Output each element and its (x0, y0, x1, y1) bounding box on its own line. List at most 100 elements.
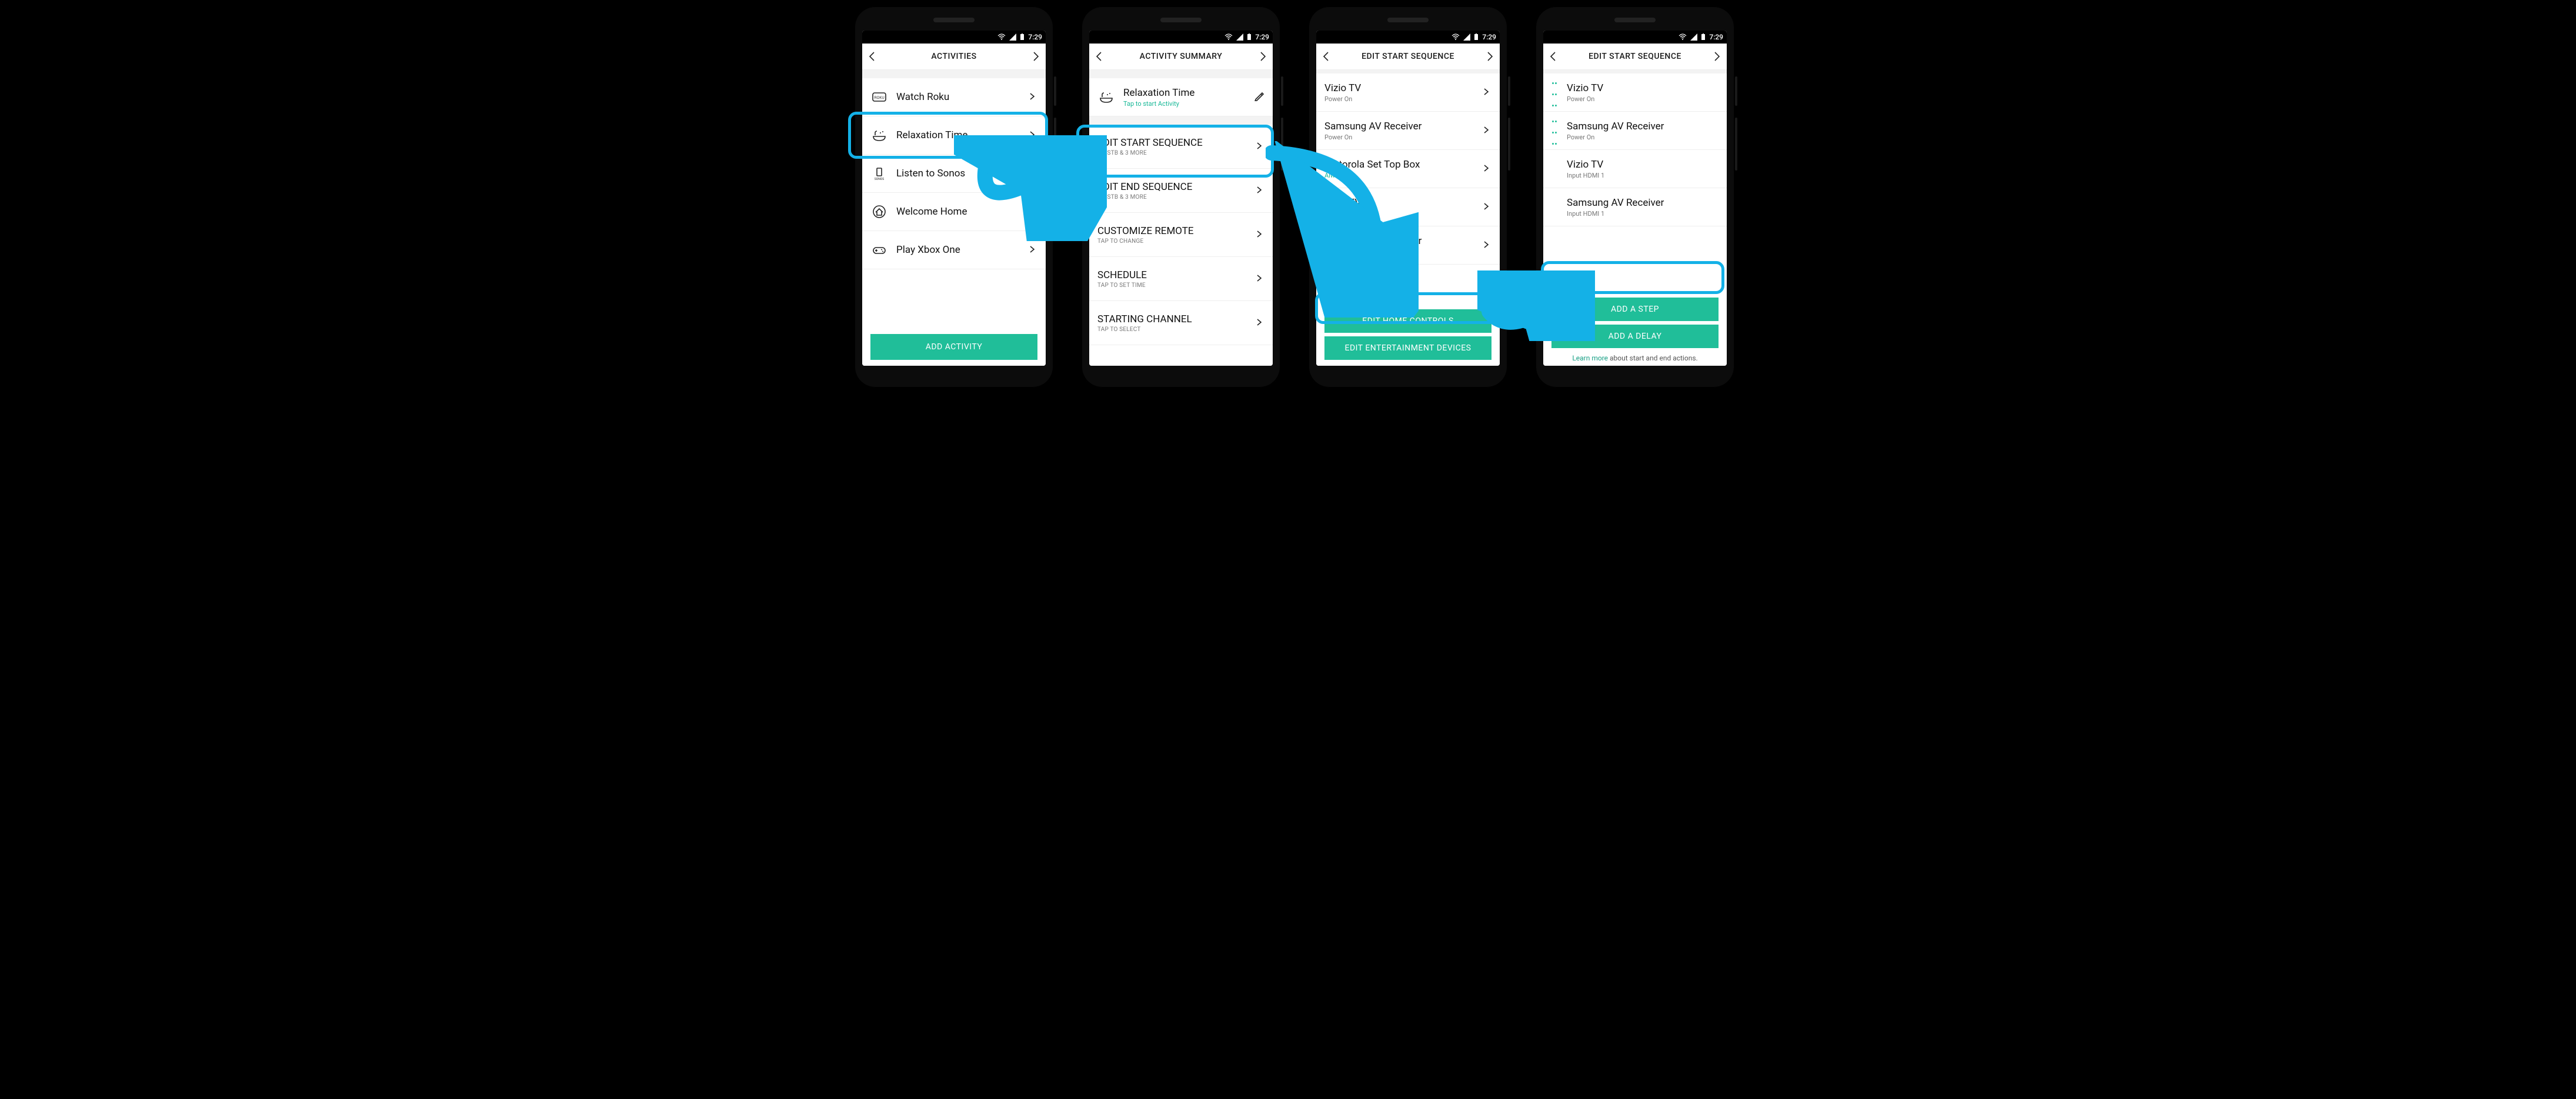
bath-icon (870, 126, 888, 144)
phone-speaker (1614, 18, 1656, 22)
forward-button[interactable] (1030, 51, 1041, 62)
activity-row-watch-roku[interactable]: ROKU Watch Roku (862, 78, 1046, 116)
chevron-right-icon (1255, 229, 1264, 240)
row-customize-remote[interactable]: CUSTOMIZE REMOTE TAP TO CHANGE (1089, 213, 1273, 257)
screen-title: EDIT START SEQUENCE (1332, 52, 1484, 61)
step-row[interactable]: Vizio TVPower On (1543, 74, 1727, 112)
row-sub: TAP TO SET TIME (1097, 282, 1255, 289)
roku-icon: ROKU (870, 88, 888, 106)
signal-icon (1009, 34, 1016, 41)
device-label: Vizio TV (1324, 82, 1482, 94)
phone-side-button (1508, 76, 1510, 106)
back-button[interactable] (1548, 51, 1559, 62)
drag-handle-icon[interactable] (1551, 76, 1560, 109)
add-step-button[interactable]: ADD A STEP (1551, 298, 1719, 321)
device-sub: HDMI 1 (1324, 210, 1482, 218)
status-time: 7:29 (1709, 33, 1723, 41)
activity-label: Play Xbox One (896, 244, 1028, 256)
device-label: Samsung AV Receiver (1324, 235, 1482, 247)
wifi-icon (1224, 34, 1233, 41)
device-sub: Power On (1324, 133, 1482, 141)
status-time: 7:29 (1255, 33, 1269, 41)
signal-icon (1690, 34, 1697, 41)
back-button[interactable] (1321, 51, 1332, 62)
bath-icon (1097, 88, 1115, 106)
screen-title: ACTIVITIES (877, 52, 1030, 61)
screen-header: EDIT START SEQUENCE (1316, 44, 1500, 70)
back-button[interactable] (1094, 51, 1105, 62)
step-row[interactable]: Samsung AV ReceiverPower On (1543, 112, 1727, 150)
phone-speaker (1160, 18, 1202, 22)
wifi-icon (1451, 34, 1460, 41)
device-row[interactable]: Vizio TVHDMI 1 (1316, 188, 1500, 226)
battery-icon (1247, 34, 1252, 41)
phone-activity-summary: 7:29 ACTIVITY SUMMARY Relaxation Time Ta… (1081, 6, 1281, 388)
forward-button[interactable] (1257, 51, 1268, 62)
learn-more-hint: Learn more about start and end actions. (1551, 354, 1719, 362)
activity-row-relaxation-time[interactable]: Relaxation Time (862, 116, 1046, 155)
chevron-right-icon (1482, 163, 1491, 175)
phone-activities: 7:29 ACTIVITIES ROKU Watch Roku Rel (854, 6, 1054, 388)
screen-title: ACTIVITY SUMMARY (1105, 52, 1257, 61)
activity-label: Welcome Home (896, 206, 1028, 218)
activity-row-welcome-home[interactable]: Welcome Home (862, 193, 1046, 231)
activity-row-listen-sonos[interactable]: SONOS Listen to Sonos (862, 155, 1046, 193)
row-label: CUSTOMIZE REMOTE (1097, 225, 1255, 237)
row-sub: TAP TO SELECT (1097, 326, 1255, 333)
chevron-right-icon (1255, 273, 1264, 285)
add-delay-button[interactable]: ADD A DELAY (1551, 325, 1719, 348)
screen: 7:29 ACTIVITIES ROKU Watch Roku Rel (862, 31, 1046, 366)
row-label: STARTING CHANNEL (1097, 313, 1255, 325)
row-label: EDIT START SEQUENCE (1097, 137, 1255, 149)
add-activity-button[interactable]: ADD ACTIVITY (870, 334, 1037, 360)
row-starting-channel[interactable]: STARTING CHANNEL TAP TO SELECT (1089, 301, 1273, 345)
device-label: Motorola Set Top Box (1324, 159, 1482, 171)
drag-handle-icon[interactable] (1551, 114, 1560, 148)
activity-label: Relaxation Time (896, 129, 1028, 141)
edit-entertainment-devices-button[interactable]: EDIT ENTERTAINMENT DEVICES (1324, 336, 1491, 360)
forward-button[interactable] (1711, 51, 1722, 62)
forward-button[interactable] (1484, 51, 1495, 62)
wifi-icon (1679, 34, 1687, 41)
device-row[interactable]: Samsung AV ReceiverPower On (1316, 112, 1500, 150)
step-sub: Power On (1567, 133, 1719, 141)
summary-hero[interactable]: Relaxation Time Tap to start Activity (1089, 78, 1273, 116)
screen: 7:29 ACTIVITY SUMMARY Relaxation Time Ta… (1089, 31, 1273, 366)
status-bar: 7:29 (1543, 31, 1727, 44)
device-row[interactable]: Samsung AV ReceiverHDMI 1 (1316, 226, 1500, 265)
row-schedule[interactable]: SCHEDULE TAP TO SET TIME (1089, 257, 1273, 301)
phone-side-button (1281, 76, 1283, 106)
screen-header: ACTIVITIES (862, 44, 1046, 70)
sonos-icon: SONOS (870, 165, 888, 182)
chevron-right-icon (1028, 245, 1037, 256)
chevron-right-icon (1028, 168, 1037, 179)
edit-icon[interactable] (1254, 91, 1264, 103)
chevron-right-icon (1482, 125, 1491, 136)
hint-text: about start and end actions. (1608, 354, 1698, 362)
svg-text:ROKU: ROKU (874, 96, 884, 100)
signal-icon (1463, 34, 1470, 41)
row-edit-end-sequence[interactable]: EDIT END SEQUENCE TV, STB & 3 MORE (1089, 169, 1273, 213)
phone-side-button (1735, 76, 1737, 106)
activity-row-play-xbox[interactable]: Play Xbox One (862, 231, 1046, 269)
status-bar: 7:29 (862, 31, 1046, 44)
device-label: Samsung AV Receiver (1324, 121, 1482, 132)
home-icon (870, 203, 888, 221)
phone-side-button (1054, 118, 1056, 171)
learn-more-link[interactable]: Learn more (1572, 354, 1608, 362)
signal-icon (1236, 34, 1243, 41)
sequence-body: Vizio TVPower On Samsung AV ReceiverPowe… (1316, 70, 1500, 366)
step-row[interactable]: Samsung AV ReceiverInput HDMI 1 (1543, 188, 1727, 226)
step-row[interactable]: Vizio TVInput HDMI 1 (1543, 150, 1727, 188)
row-edit-start-sequence[interactable]: EDIT START SEQUENCE TV, STB & 3 MORE (1089, 125, 1273, 169)
device-sub: Always On (1324, 172, 1482, 179)
device-row[interactable]: Motorola Set Top BoxAlways On (1316, 150, 1500, 188)
back-button[interactable] (867, 51, 877, 62)
edit-home-controls-button[interactable]: EDIT HOME CONTROLS (1324, 309, 1491, 333)
screen: 7:29 EDIT START SEQUENCE Vizio TVPower O… (1543, 31, 1727, 366)
step-label: Vizio TV (1567, 82, 1719, 94)
activity-label: Watch Roku (896, 91, 1028, 103)
device-row[interactable]: Vizio TVPower On (1316, 74, 1500, 112)
phone-side-button (1735, 118, 1737, 171)
screen-header: EDIT START SEQUENCE (1543, 44, 1727, 70)
